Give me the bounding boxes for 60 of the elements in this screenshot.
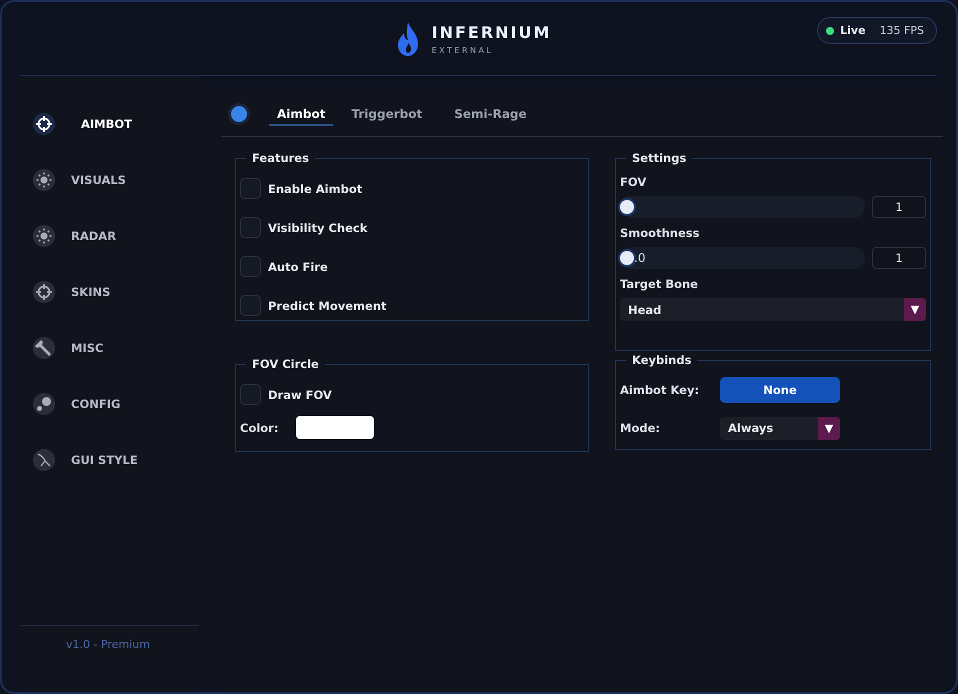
tab[interactable]: Semi-Rage — [440, 102, 541, 126]
sun-icon — [33, 169, 55, 191]
fps-counter: 135 FPS — [880, 24, 924, 37]
number-field[interactable]: 1 — [872, 247, 926, 269]
checkbox-label: Visibility Check — [268, 220, 368, 234]
status-dot-icon — [231, 106, 247, 122]
wrench-icon — [33, 337, 55, 359]
brand-subtitle: EXTERNAL — [432, 46, 494, 54]
sidebar-label: VISUALS — [71, 173, 126, 187]
crosshair-icon — [33, 113, 55, 135]
checkbox[interactable] — [240, 217, 261, 238]
live-label: Live — [840, 24, 866, 37]
sidebar-item[interactable]: CONFIG — [20, 376, 199, 432]
sidebar-label: CONFIG — [71, 397, 120, 411]
version-label: v1.0 - Premium — [66, 638, 150, 651]
sidebar-item[interactable]: RADAR — [20, 208, 199, 264]
panel-title: Keybinds — [631, 353, 692, 367]
color-label: Color: — [240, 420, 278, 434]
sun-icon — [33, 225, 55, 247]
color-swatch[interactable] — [296, 416, 374, 439]
checkbox[interactable] — [240, 295, 261, 316]
sidebar-label: GUI STYLE — [71, 453, 138, 467]
slider-value: .0 — [634, 251, 646, 265]
panel-title: Settings — [631, 151, 688, 165]
sidebar-label: AIMBOT — [81, 117, 132, 131]
sidebar-item[interactable]: GUI STYLE — [20, 432, 199, 488]
checkbox-label: Auto Fire — [268, 260, 328, 274]
sidebar-item[interactable]: SKINS — [20, 264, 199, 320]
keybind-label: Aimbot Key: — [620, 383, 700, 397]
checkbox[interactable] — [240, 178, 261, 199]
target-bone-dropdown[interactable]: Head ▼ — [620, 298, 926, 321]
checkbox-label: Predict Movement — [268, 298, 386, 312]
mode-dropdown[interactable]: Always ▼ — [720, 416, 840, 440]
checkbox-label: Draw FOV — [268, 388, 332, 402]
slider-thumb[interactable] — [620, 251, 634, 265]
dropdown-label: Target Bone — [620, 277, 699, 291]
panel-title: Features — [251, 151, 310, 165]
flame-icon — [396, 20, 420, 56]
checkbox-label: Enable Aimbot — [268, 182, 362, 196]
sidebar-label: MISC — [71, 341, 104, 355]
sidebar-item[interactable]: VISUALS — [20, 152, 199, 208]
slider-track[interactable] — [620, 196, 865, 218]
mode-label: Mode: — [620, 421, 661, 435]
sidebar-item[interactable]: MISC — [20, 320, 199, 376]
tab[interactable]: Triggerbot — [337, 102, 436, 126]
number-field[interactable]: 1 — [872, 196, 926, 218]
sidebar-label: SKINS — [71, 285, 110, 299]
panel-title: FOV Circle — [251, 357, 320, 371]
brand-name: INFERNIUM — [432, 22, 552, 42]
slider-label: FOV — [620, 175, 648, 189]
tab[interactable]: Aimbot — [269, 102, 334, 126]
checkbox[interactable] — [240, 384, 261, 405]
slider-track[interactable]: .0 — [620, 247, 865, 269]
crosshair-icon — [33, 281, 55, 303]
checkbox[interactable] — [240, 256, 261, 277]
sidebar-label: RADAR — [71, 229, 116, 243]
sidebar-item[interactable]: AIMBOT — [20, 96, 199, 152]
slider-label: Smoothness — [620, 226, 700, 240]
keybind-button[interactable]: None — [720, 377, 840, 403]
slider-thumb[interactable] — [620, 200, 634, 214]
